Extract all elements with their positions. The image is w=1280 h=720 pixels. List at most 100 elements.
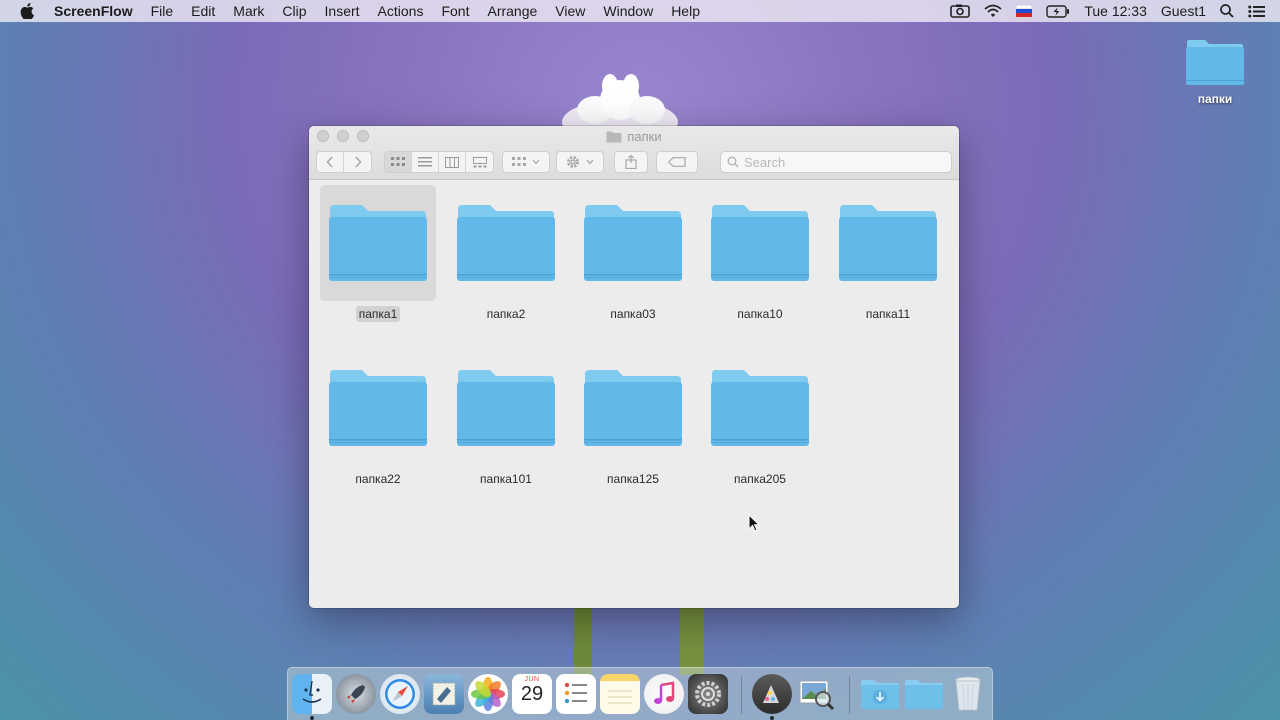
- dock-reminders[interactable]: [556, 674, 596, 714]
- chevron-down-icon: [586, 159, 594, 165]
- column-view-button[interactable]: [439, 152, 466, 172]
- folder-tile[interactable]: [448, 185, 564, 301]
- folder-item[interactable]: папка2: [447, 185, 565, 322]
- folder-name: папка125: [607, 472, 659, 486]
- rocket-icon: [347, 685, 365, 703]
- folder-item[interactable]: папка03: [574, 185, 692, 322]
- wifi-status[interactable]: [977, 0, 1009, 22]
- menu-mark[interactable]: Mark: [224, 0, 273, 22]
- notification-center[interactable]: [1241, 0, 1272, 22]
- dock-mail[interactable]: [424, 674, 464, 714]
- folder-tile[interactable]: [448, 350, 564, 466]
- camera-icon: [950, 4, 971, 18]
- spotlight[interactable]: [1213, 0, 1241, 22]
- menu-help[interactable]: Help: [662, 0, 709, 22]
- menu-view[interactable]: View: [546, 0, 594, 22]
- folder-item[interactable]: папка125: [574, 350, 692, 487]
- running-indicator: [310, 716, 314, 720]
- folder-tile[interactable]: [575, 185, 691, 301]
- columns-icon: [445, 156, 459, 168]
- window-title: папки: [309, 129, 959, 144]
- downloads-folder-icon: [861, 680, 899, 709]
- notes-icon: [608, 690, 632, 704]
- folder-item[interactable]: папка101: [447, 350, 565, 487]
- menu-actions[interactable]: Actions: [369, 0, 433, 22]
- dock-separator: [849, 676, 850, 714]
- back-button[interactable]: [317, 152, 344, 172]
- folder-name: папка2: [486, 307, 526, 321]
- folder-icon: [839, 205, 937, 281]
- folder-item[interactable]: папка1: [319, 185, 437, 322]
- tag-button[interactable]: [656, 151, 698, 173]
- folder-tile[interactable]: [575, 350, 691, 466]
- folder-name: папка101: [480, 472, 532, 486]
- menu-insert[interactable]: Insert: [316, 0, 369, 22]
- folder-tile[interactable]: [702, 185, 818, 301]
- dock-papki-folder[interactable]: [904, 674, 944, 714]
- folder-item[interactable]: папка205: [701, 350, 819, 487]
- finder-window: папки Search папка1 папка2 папка03 папка…: [309, 126, 959, 608]
- folder-item[interactable]: папка11: [829, 185, 947, 322]
- dock-safari[interactable]: [380, 674, 420, 714]
- menu-arrange[interactable]: Arrange: [478, 0, 546, 22]
- forward-button[interactable]: [344, 152, 371, 172]
- dock-separator: [741, 676, 742, 714]
- share-button[interactable]: [614, 151, 648, 173]
- menu-clip[interactable]: Clip: [273, 0, 315, 22]
- stamp-icon: [432, 682, 456, 706]
- folder-tile[interactable]: [320, 185, 436, 301]
- search-input[interactable]: [744, 154, 934, 170]
- menu-file[interactable]: File: [142, 0, 183, 22]
- menu-edit[interactable]: Edit: [182, 0, 224, 22]
- folder-icon: [457, 205, 555, 281]
- screen-record-status[interactable]: [943, 0, 977, 22]
- action-button[interactable]: [556, 151, 604, 173]
- dock-calendar[interactable]: JUN 29: [512, 674, 552, 714]
- wallpaper-stems: [574, 605, 704, 675]
- desktop-folder[interactable]: папки: [1180, 38, 1250, 106]
- gallery-view-button[interactable]: [466, 152, 493, 172]
- dock-photos[interactable]: [468, 674, 508, 714]
- user-menu[interactable]: Guest1: [1154, 0, 1213, 22]
- view-mode-buttons: [384, 151, 494, 173]
- list-icon: [418, 157, 432, 167]
- menu-window[interactable]: Window: [594, 0, 662, 22]
- dock-trash[interactable]: [948, 674, 988, 714]
- grid-icon: [512, 157, 526, 166]
- trash-icon: [955, 676, 981, 711]
- apple-menu[interactable]: [0, 3, 54, 19]
- input-source-status[interactable]: [1009, 0, 1039, 22]
- folder-icon: [584, 370, 682, 446]
- menu-font[interactable]: Font: [432, 0, 478, 22]
- folder-tile[interactable]: [320, 350, 436, 466]
- dock-photo-booth[interactable]: [752, 674, 792, 714]
- battery-status[interactable]: [1039, 0, 1077, 22]
- mouse-cursor-icon: [748, 514, 760, 532]
- search-icon: [727, 156, 739, 168]
- folder-tile[interactable]: [830, 185, 946, 301]
- apple-icon: [20, 3, 34, 19]
- dock-launchpad[interactable]: [336, 674, 376, 714]
- folder-item[interactable]: папка10: [701, 185, 819, 322]
- running-indicator: [770, 716, 774, 720]
- dock-itunes[interactable]: [644, 674, 684, 714]
- dock-finder[interactable]: [292, 674, 332, 714]
- window-titlebar[interactable]: папки: [309, 126, 959, 180]
- calendar-day: 29: [520, 683, 544, 705]
- folder-tile[interactable]: [702, 350, 818, 466]
- calendar-month: JUN: [524, 676, 540, 683]
- icon-view-button[interactable]: [385, 152, 412, 172]
- search-field[interactable]: [720, 151, 952, 173]
- clock[interactable]: Tue 12:33: [1077, 0, 1154, 22]
- menu-app-name[interactable]: ScreenFlow: [54, 0, 142, 22]
- dock-downloads-folder[interactable]: [860, 674, 900, 714]
- folder-item[interactable]: папка22: [319, 350, 437, 487]
- folder-icon: [329, 370, 427, 446]
- dock-system-preferences[interactable]: [688, 674, 728, 714]
- dock: JUN 29: [287, 667, 993, 720]
- list-view-button[interactable]: [412, 152, 439, 172]
- dock-preview[interactable]: [796, 674, 836, 714]
- dock-notes[interactable]: [600, 674, 640, 714]
- group-button[interactable]: [502, 151, 550, 173]
- folder-name: папка11: [865, 307, 911, 321]
